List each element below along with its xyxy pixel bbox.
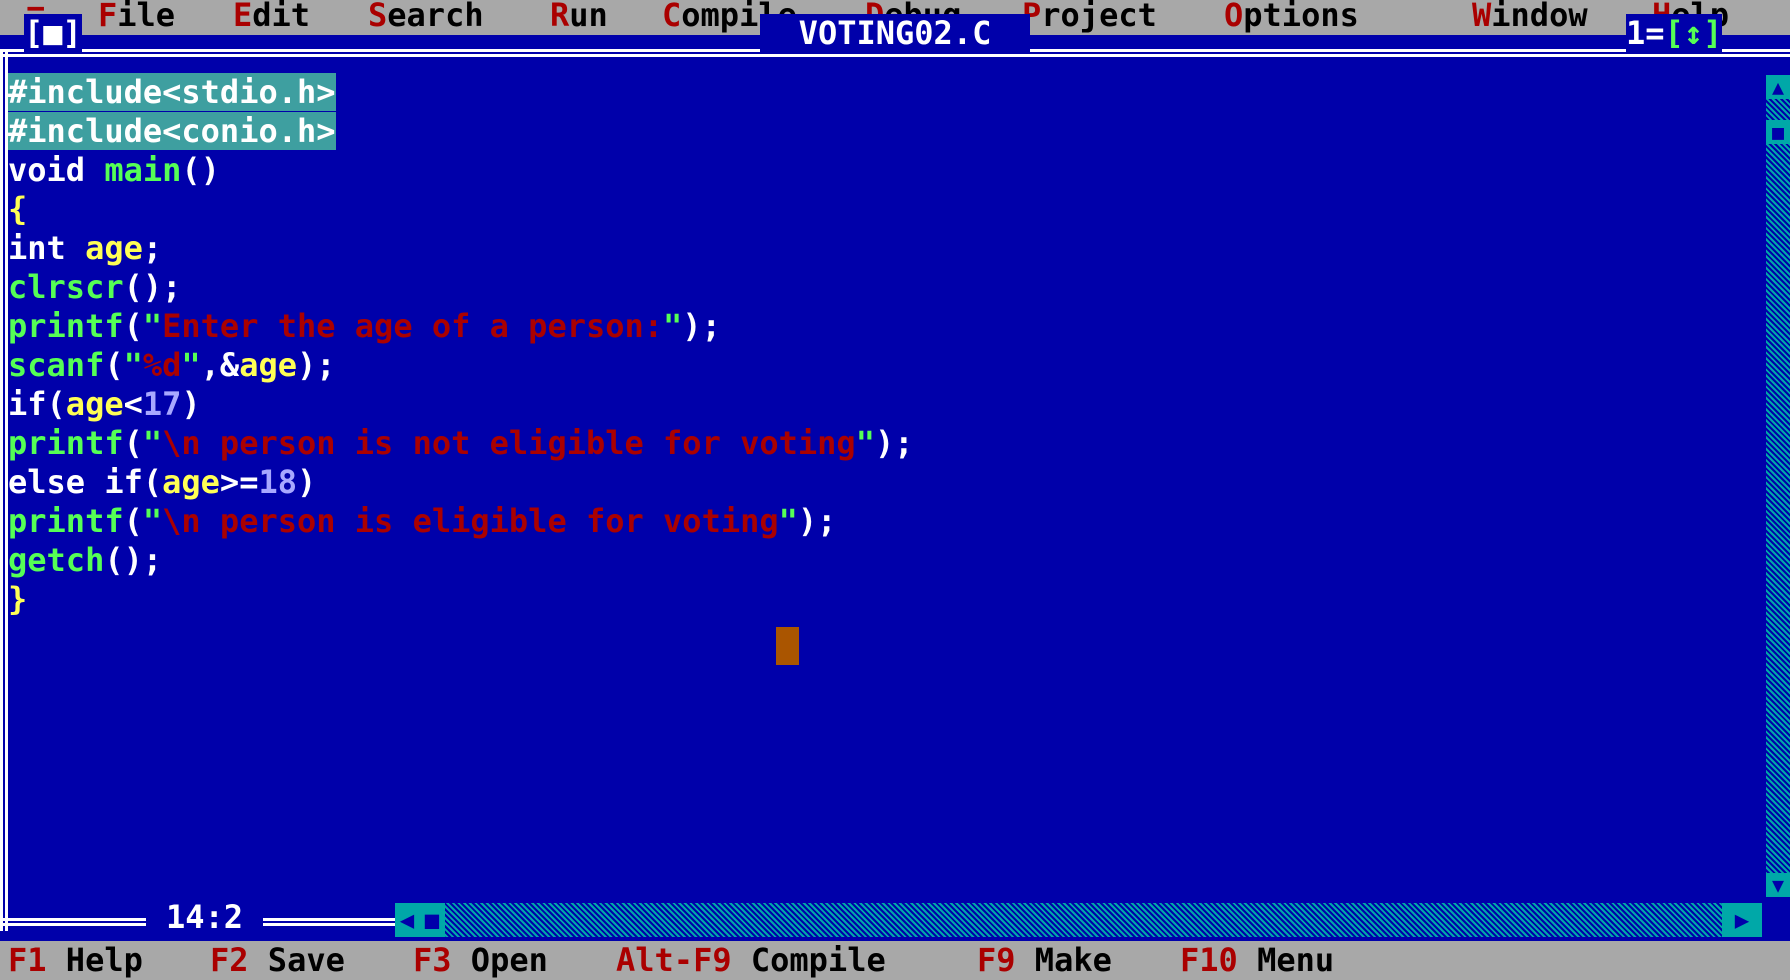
- text-cursor: [776, 627, 799, 665]
- code-line[interactable]: #include<conio.h>: [8, 112, 336, 151]
- turbo-c-ide: ≡ File Edit Search Run Compile Debug Pro…: [0, 0, 1790, 980]
- window-number[interactable]: 1=[↕]: [1626, 14, 1723, 53]
- menu-project[interactable]: Project: [1022, 0, 1157, 33]
- code-line[interactable]: printf("\n person is not eligible for vo…: [8, 424, 913, 463]
- hotkey-make[interactable]: F9 Make: [977, 941, 1112, 980]
- scroll-right-arrow-icon[interactable]: ▶: [1722, 903, 1762, 937]
- scroll-down-arrow-icon[interactable]: ▼: [1766, 873, 1790, 897]
- frame-top-right: [1762, 49, 1790, 57]
- menu-search[interactable]: Search: [368, 0, 484, 33]
- zoom-button[interactable]: [↕]: [1665, 14, 1723, 52]
- code-line[interactable]: {: [8, 190, 27, 229]
- scroll-left-arrow-icon[interactable]: ◀: [395, 903, 419, 937]
- code-line[interactable]: clrscr();: [8, 268, 181, 307]
- hotkey-menu[interactable]: F10 Menu: [1180, 941, 1334, 980]
- code-line[interactable]: #include<stdio.h>: [8, 73, 336, 112]
- code-line[interactable]: }: [8, 580, 27, 619]
- horizontal-scroll-thumb[interactable]: ■: [419, 903, 445, 937]
- scroll-up-arrow-icon[interactable]: ▲: [1766, 75, 1790, 99]
- menu-window[interactable]: Window: [1472, 0, 1588, 33]
- cursor-position: 14:2: [146, 898, 264, 937]
- menu-run[interactable]: Run: [550, 0, 608, 33]
- vertical-scrollbar[interactable]: [1766, 75, 1790, 897]
- hotkey-compile[interactable]: Alt-F9 Compile: [616, 941, 886, 980]
- horizontal-scrollbar[interactable]: [395, 903, 1762, 937]
- hotkey-help[interactable]: F1 Help: [8, 941, 143, 980]
- hotkey-open[interactable]: F3 Open: [413, 941, 548, 980]
- code-line[interactable]: else if(age>=18): [8, 463, 316, 502]
- menu-file[interactable]: File: [98, 0, 175, 33]
- frame-left: [0, 49, 8, 931]
- hotkey-save[interactable]: F2 Save: [210, 941, 345, 980]
- menu-edit[interactable]: Edit: [233, 0, 310, 33]
- vertical-scroll-thumb[interactable]: ■: [1766, 120, 1790, 144]
- code-line[interactable]: void main(): [8, 151, 220, 190]
- code-line[interactable]: printf("\n person is eligible for voting…: [8, 502, 836, 541]
- hotkey-bar: F1 Help F2 Save F3 Open Alt-F9 Compile F…: [0, 941, 1790, 980]
- menu-options[interactable]: Options: [1224, 0, 1359, 33]
- code-line[interactable]: int age;: [8, 229, 162, 268]
- code-line[interactable]: printf("Enter the age of a person:");: [8, 307, 721, 346]
- code-line[interactable]: getch();: [8, 541, 162, 580]
- window-title: VOTING02.C: [760, 14, 1030, 53]
- code-line[interactable]: if(age<17): [8, 385, 201, 424]
- window-close-button[interactable]: [■]: [24, 14, 82, 53]
- code-line[interactable]: scanf("%d",&age);: [8, 346, 336, 385]
